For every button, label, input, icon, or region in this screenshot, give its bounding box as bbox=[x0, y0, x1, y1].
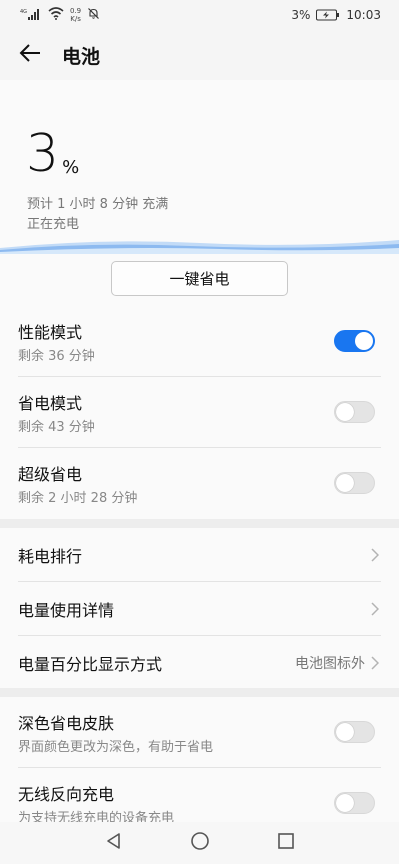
charge-estimate: 预计 1 小时 8 分钟 充满 bbox=[27, 197, 169, 212]
battery-wave-graphic bbox=[0, 240, 399, 254]
battery-level-number: 3 bbox=[26, 124, 60, 184]
status-bar: 4G 0.9 K/s 3% 10:03 bbox=[0, 0, 399, 30]
extra-description: 界面颜色更改为深色，有助于省电 bbox=[18, 740, 214, 755]
one-tap-power-saving-button[interactable]: 一键省电 bbox=[111, 261, 288, 296]
chevron-right-icon bbox=[371, 656, 381, 670]
battery-level: 3 % bbox=[26, 128, 79, 180]
toggle-knob bbox=[336, 794, 354, 812]
ultra-power-saving-toggle[interactable] bbox=[334, 472, 375, 494]
mode-row-performance[interactable]: 性能模式 剩余 36 分钟 bbox=[18, 306, 381, 377]
menu-title: 电量使用详情 bbox=[18, 600, 115, 620]
network-speed-value: 0.9 bbox=[70, 7, 82, 15]
reverse-wireless-charging-toggle[interactable] bbox=[334, 792, 375, 814]
network-speed-unit: K/s bbox=[70, 15, 81, 23]
settings-content: 一键省电 性能模式 剩余 36 分钟 省电模式 剩余 43 分钟 超级省电 剩余… bbox=[0, 254, 399, 826]
dark-theme-toggle[interactable] bbox=[334, 721, 375, 743]
mute-bell-icon bbox=[87, 7, 100, 23]
battery-charging-icon bbox=[316, 9, 340, 21]
mode-row-power-saving[interactable]: 省电模式 剩余 43 分钟 bbox=[18, 377, 381, 448]
section-divider bbox=[0, 688, 399, 697]
cellular-signal-icon: 4G bbox=[20, 8, 42, 23]
battery-hero: 3 % 预计 1 小时 8 分钟 充满 正在充电 bbox=[0, 80, 399, 254]
square-recents-icon bbox=[277, 832, 295, 854]
menu-title: 电量百分比显示方式 bbox=[18, 655, 163, 674]
mode-title: 性能模式 bbox=[18, 323, 83, 342]
wifi-icon bbox=[48, 7, 64, 23]
dark-theme-row[interactable]: 深色省电皮肤 界面颜色更改为深色，有助于省电 bbox=[18, 697, 381, 768]
power-saving-mode-toggle[interactable] bbox=[334, 401, 375, 423]
mode-remaining: 剩余 36 分钟 bbox=[18, 349, 95, 364]
arrow-left-icon bbox=[19, 43, 41, 67]
circle-home-icon bbox=[190, 831, 210, 855]
mode-title: 超级省电 bbox=[18, 465, 83, 484]
triangle-back-icon bbox=[105, 832, 123, 854]
network-speed: 0.9 K/s bbox=[70, 7, 81, 23]
mode-remaining: 剩余 43 分钟 bbox=[18, 420, 95, 435]
app-header: 电池 bbox=[0, 30, 399, 80]
chevron-right-icon bbox=[371, 547, 381, 562]
system-navigation-bar bbox=[0, 822, 399, 864]
performance-mode-toggle[interactable] bbox=[334, 330, 375, 352]
chevron-right-icon bbox=[371, 601, 381, 616]
page-title: 电池 bbox=[62, 45, 101, 68]
toggle-knob bbox=[336, 474, 354, 492]
mode-title: 省电模式 bbox=[18, 394, 83, 413]
clock: 10:03 bbox=[346, 8, 381, 22]
nav-recents-button[interactable] bbox=[243, 822, 329, 864]
menu-current-value: 电池图标外 bbox=[295, 656, 365, 672]
extra-title: 无线反向充电 bbox=[18, 785, 115, 804]
mode-row-ultra-saving[interactable]: 超级省电 剩余 2 小时 28 分钟 bbox=[18, 448, 381, 519]
menu-power-ranking[interactable]: 耗电排行 bbox=[18, 528, 381, 582]
back-button[interactable] bbox=[2, 30, 58, 80]
svg-text:4G: 4G bbox=[20, 9, 27, 15]
toggle-knob bbox=[336, 403, 354, 421]
battery-level-unit: % bbox=[62, 157, 80, 178]
toggle-knob bbox=[336, 723, 354, 741]
nav-home-button[interactable] bbox=[157, 822, 243, 864]
section-divider bbox=[0, 519, 399, 528]
mode-remaining: 剩余 2 小时 28 分钟 bbox=[18, 491, 138, 506]
extra-title: 深色省电皮肤 bbox=[18, 714, 115, 733]
menu-percentage-display[interactable]: 电量百分比显示方式 电池图标外 bbox=[18, 636, 381, 690]
menu-usage-details[interactable]: 电量使用详情 bbox=[18, 582, 381, 636]
nav-back-button[interactable] bbox=[71, 822, 157, 864]
menu-title: 耗电排行 bbox=[18, 546, 83, 566]
battery-percent-text: 3% bbox=[291, 8, 311, 22]
charging-status: 正在充电 bbox=[27, 217, 80, 232]
toggle-knob bbox=[355, 332, 373, 350]
